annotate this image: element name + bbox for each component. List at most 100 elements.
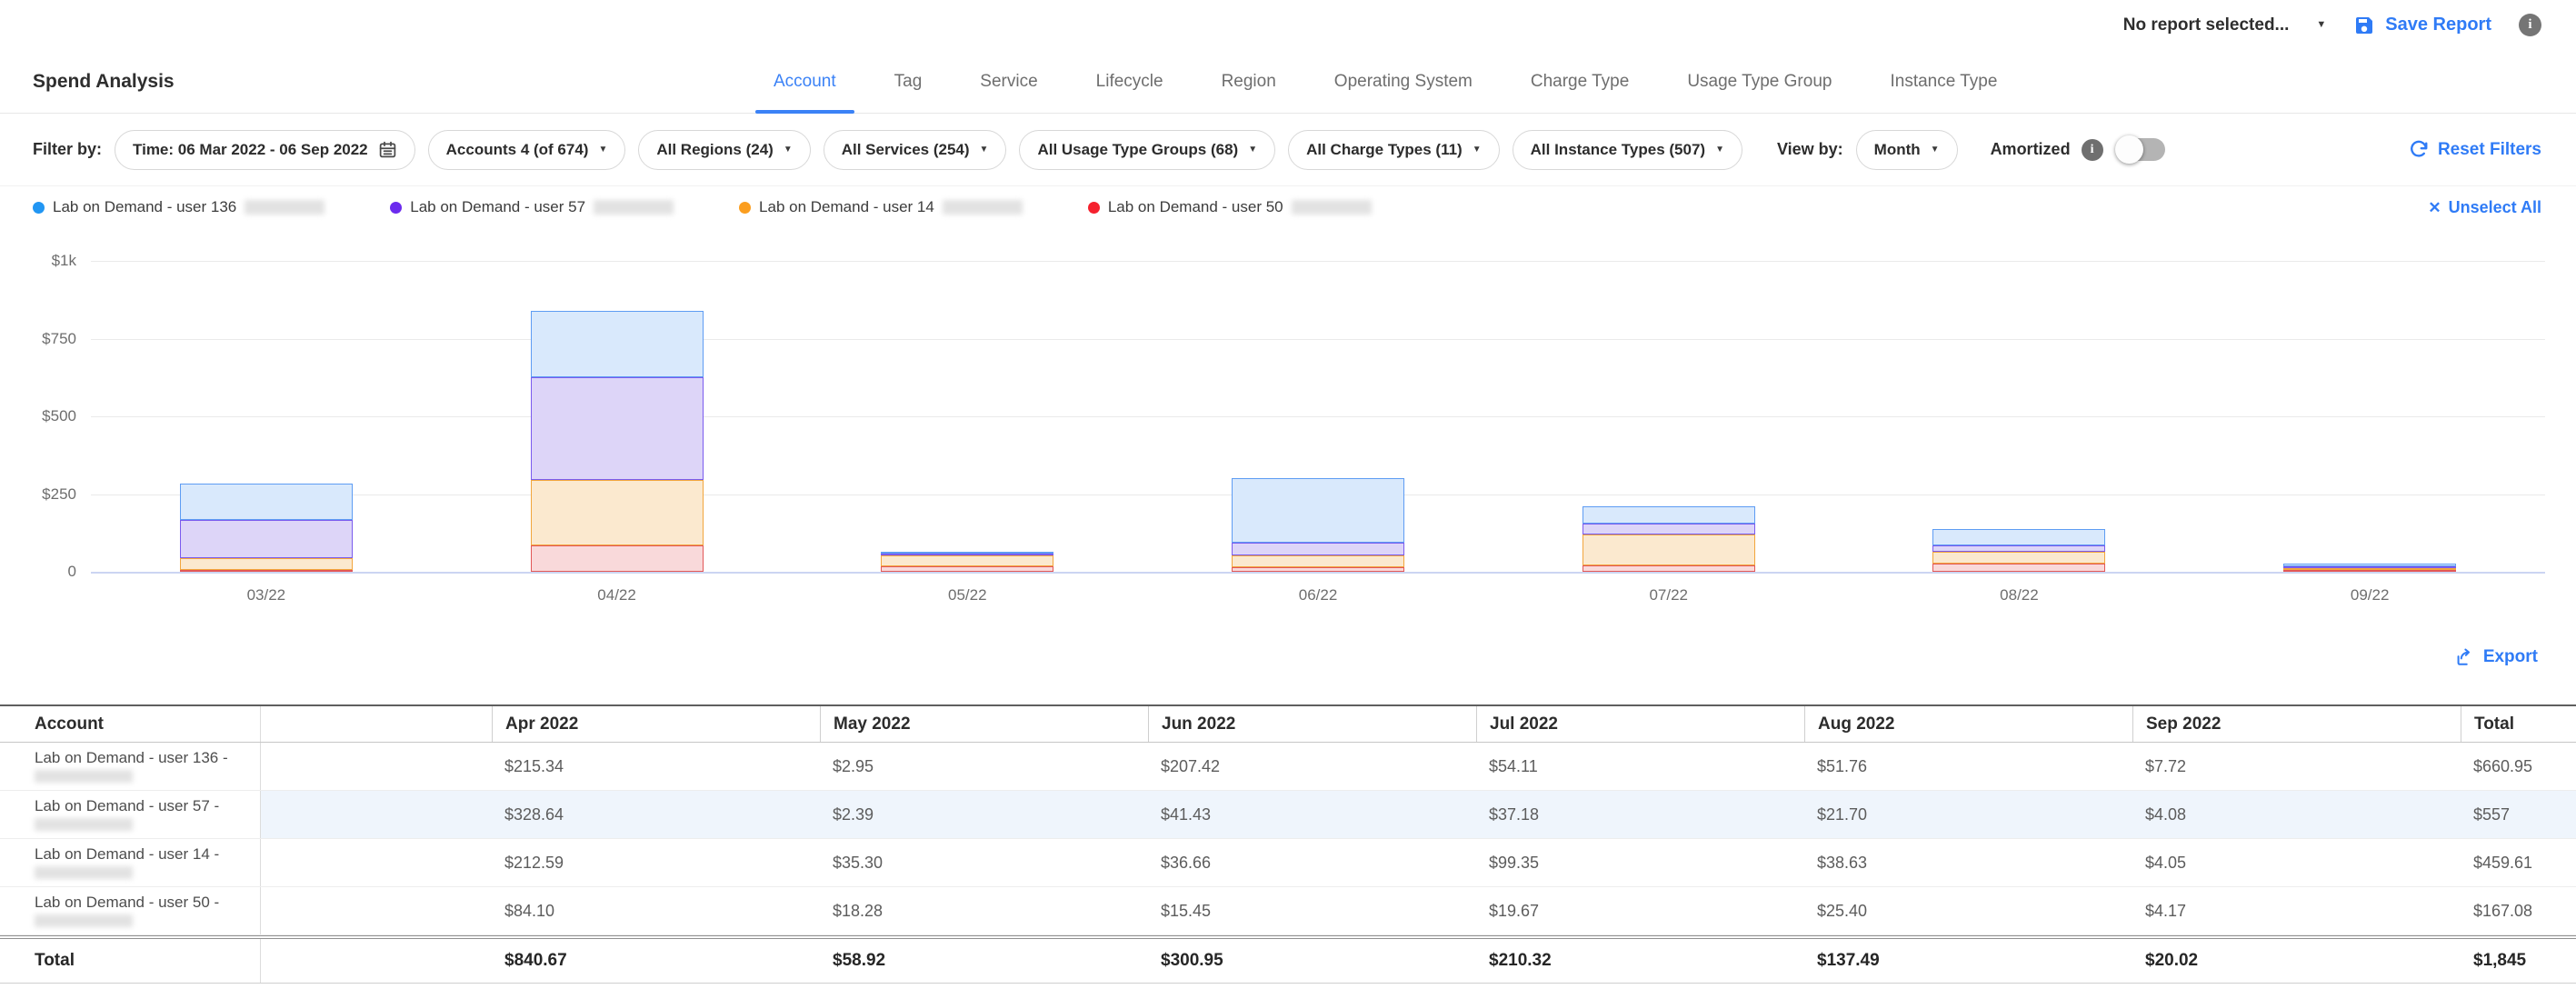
legend-item-line: Lab on Demand - user 14: [739, 198, 1023, 216]
bar-06-22[interactable]: [1232, 478, 1404, 572]
amortized-toggle[interactable]: [2118, 138, 2165, 161]
topbar: No report selected... ▼ Save Report i: [0, 0, 2576, 50]
spacer-cell: [261, 939, 492, 983]
filter-pill[interactable]: All Instance Types (507)▼: [1513, 130, 1742, 170]
x-axis-label: 04/22: [442, 586, 793, 604]
column-header-aug-2022[interactable]: Aug 2022: [1804, 706, 2132, 742]
bar-segment: [531, 377, 704, 479]
table-header: Account Apr 2022May 2022Jun 2022Jul 2022A…: [0, 704, 2576, 743]
value-cell: $207.42: [1148, 743, 1476, 790]
column-header-account[interactable]: Account: [0, 706, 261, 742]
reset-filters-button[interactable]: Reset Filters: [2409, 140, 2541, 160]
tab-instance-type[interactable]: Instance Type: [1861, 50, 2026, 113]
column-header-jul-2022[interactable]: Jul 2022: [1476, 706, 1804, 742]
account-cell: Lab on Demand - user 14 -: [0, 839, 261, 886]
legend-item-line: Lab on Demand - user 50: [1088, 198, 1372, 216]
view-by-select[interactable]: Month ▼: [1856, 130, 1958, 170]
unselect-all-button[interactable]: ✕ Unselect All: [2428, 198, 2541, 217]
chart-slot: [1844, 261, 2195, 572]
tab-service[interactable]: Service: [951, 50, 1066, 113]
column-header-total[interactable]: Total: [2461, 706, 2576, 742]
save-icon: [2353, 15, 2375, 36]
info-icon[interactable]: i: [2519, 14, 2541, 36]
legend-item-line: Lab on Demand - user 57: [390, 198, 674, 216]
chart-slot: [2194, 261, 2545, 572]
bar-segment: [180, 484, 353, 519]
legend-item[interactable]: Lab on Demand - user 14: [739, 198, 1023, 223]
save-report-button[interactable]: Save Report: [2353, 15, 2491, 36]
value-cell: $212.59: [492, 839, 820, 886]
bar-segment: [1232, 567, 1404, 572]
tab-account[interactable]: Account: [744, 50, 865, 113]
filter-pill[interactable]: All Charge Types (11)▼: [1288, 130, 1500, 170]
tab-lifecycle[interactable]: Lifecycle: [1067, 50, 1193, 113]
redacted-text: [35, 770, 133, 783]
amortized-control: Amortized i: [1991, 138, 2165, 161]
unselect-all-label: Unselect All: [2449, 198, 2541, 217]
y-axis-label: $500: [0, 407, 76, 425]
refresh-icon: [2409, 140, 2429, 160]
redacted-text: [943, 200, 1023, 215]
redacted-text: [245, 200, 324, 215]
table-row[interactable]: Lab on Demand - user 14 -$212.59$35.30$3…: [0, 839, 2576, 887]
bar-07-22[interactable]: [1583, 506, 1755, 572]
legend-item[interactable]: Lab on Demand - user 50: [1088, 198, 1372, 223]
total-value-cell: $840.67: [492, 939, 820, 983]
y-axis-label: $1k: [0, 252, 76, 270]
bar-segment: [180, 570, 353, 572]
y-axis-label: $750: [0, 330, 76, 348]
filter-pill[interactable]: Time: 06 Mar 2022 - 06 Sep 2022: [115, 130, 415, 170]
filter-pill-label: Accounts 4 (of 674): [446, 141, 589, 159]
column-header-jun-2022[interactable]: Jun 2022: [1148, 706, 1476, 742]
view-by-label: View by:: [1777, 140, 1843, 159]
value-cell: $37.18: [1476, 791, 1804, 838]
spacer-cell: [261, 791, 492, 838]
tab-operating-system[interactable]: Operating System: [1305, 50, 1502, 113]
filter-pill[interactable]: Accounts 4 (of 674)▼: [428, 130, 626, 170]
filter-pill-label: All Services (254): [842, 141, 970, 159]
bar-03-22[interactable]: [180, 484, 353, 572]
bar-08-22[interactable]: [1932, 529, 2105, 572]
column-header-apr-2022[interactable]: Apr 2022: [492, 706, 820, 742]
legend-label: Lab on Demand - user 136: [53, 198, 236, 216]
tab-tag[interactable]: Tag: [865, 50, 952, 113]
bar-05-22[interactable]: [881, 552, 1053, 572]
calendar-icon: [378, 140, 397, 159]
export-button[interactable]: Export: [2454, 647, 2538, 667]
bar-segment: [1583, 534, 1755, 565]
filter-pill-label: Time: 06 Mar 2022 - 06 Sep 2022: [133, 141, 368, 159]
bar-segment: [2283, 570, 2456, 572]
tab-charge-type[interactable]: Charge Type: [1502, 50, 1658, 113]
chart-slot: [91, 261, 442, 572]
bar-segment: [881, 555, 1053, 566]
table-row[interactable]: Lab on Demand - user 50 -$84.10$18.28$15…: [0, 887, 2576, 935]
column-header-sep-2022[interactable]: Sep 2022: [2132, 706, 2461, 742]
tab-region[interactable]: Region: [1193, 50, 1305, 113]
account-cell: Lab on Demand - user 136 -: [0, 743, 261, 790]
legend-item[interactable]: Lab on Demand - user 136: [33, 198, 324, 223]
bar-04-22[interactable]: [531, 311, 704, 572]
bar-segment: [180, 558, 353, 570]
spend-table: Account Apr 2022May 2022Jun 2022Jul 2022A…: [0, 704, 2576, 984]
filter-pill[interactable]: All Usage Type Groups (68)▼: [1019, 130, 1275, 170]
table-body: Lab on Demand - user 136 -$215.34$2.95$2…: [0, 743, 2576, 935]
table-row[interactable]: Lab on Demand - user 136 -$215.34$2.95$2…: [0, 743, 2576, 791]
bar-segment: [180, 520, 353, 558]
table-row[interactable]: Lab on Demand - user 57 -$328.64$2.39$41…: [0, 791, 2576, 839]
bar-segment: [1932, 552, 2105, 564]
legend-label: Lab on Demand - user 14: [759, 198, 934, 216]
x-axis-label: 07/22: [1493, 586, 1844, 604]
filter-pill[interactable]: All Regions (24)▼: [638, 130, 810, 170]
account-name: Lab on Demand - user 136 -: [35, 750, 228, 765]
bar-09-22[interactable]: [2283, 564, 2456, 572]
amortized-info-icon[interactable]: i: [2082, 139, 2103, 161]
reset-filters-label: Reset Filters: [2438, 140, 2541, 160]
tab-usage-type-group[interactable]: Usage Type Group: [1658, 50, 1861, 113]
toggle-knob: [2115, 135, 2143, 164]
legend-item[interactable]: Lab on Demand - user 57: [390, 198, 674, 223]
column-header-may-2022[interactable]: May 2022: [820, 706, 1148, 742]
value-cell: $41.43: [1148, 791, 1476, 838]
filter-pill[interactable]: All Services (254)▼: [824, 130, 1007, 170]
x-icon: ✕: [2428, 200, 2441, 215]
report-selector[interactable]: No report selected... ▼: [2123, 15, 2327, 35]
